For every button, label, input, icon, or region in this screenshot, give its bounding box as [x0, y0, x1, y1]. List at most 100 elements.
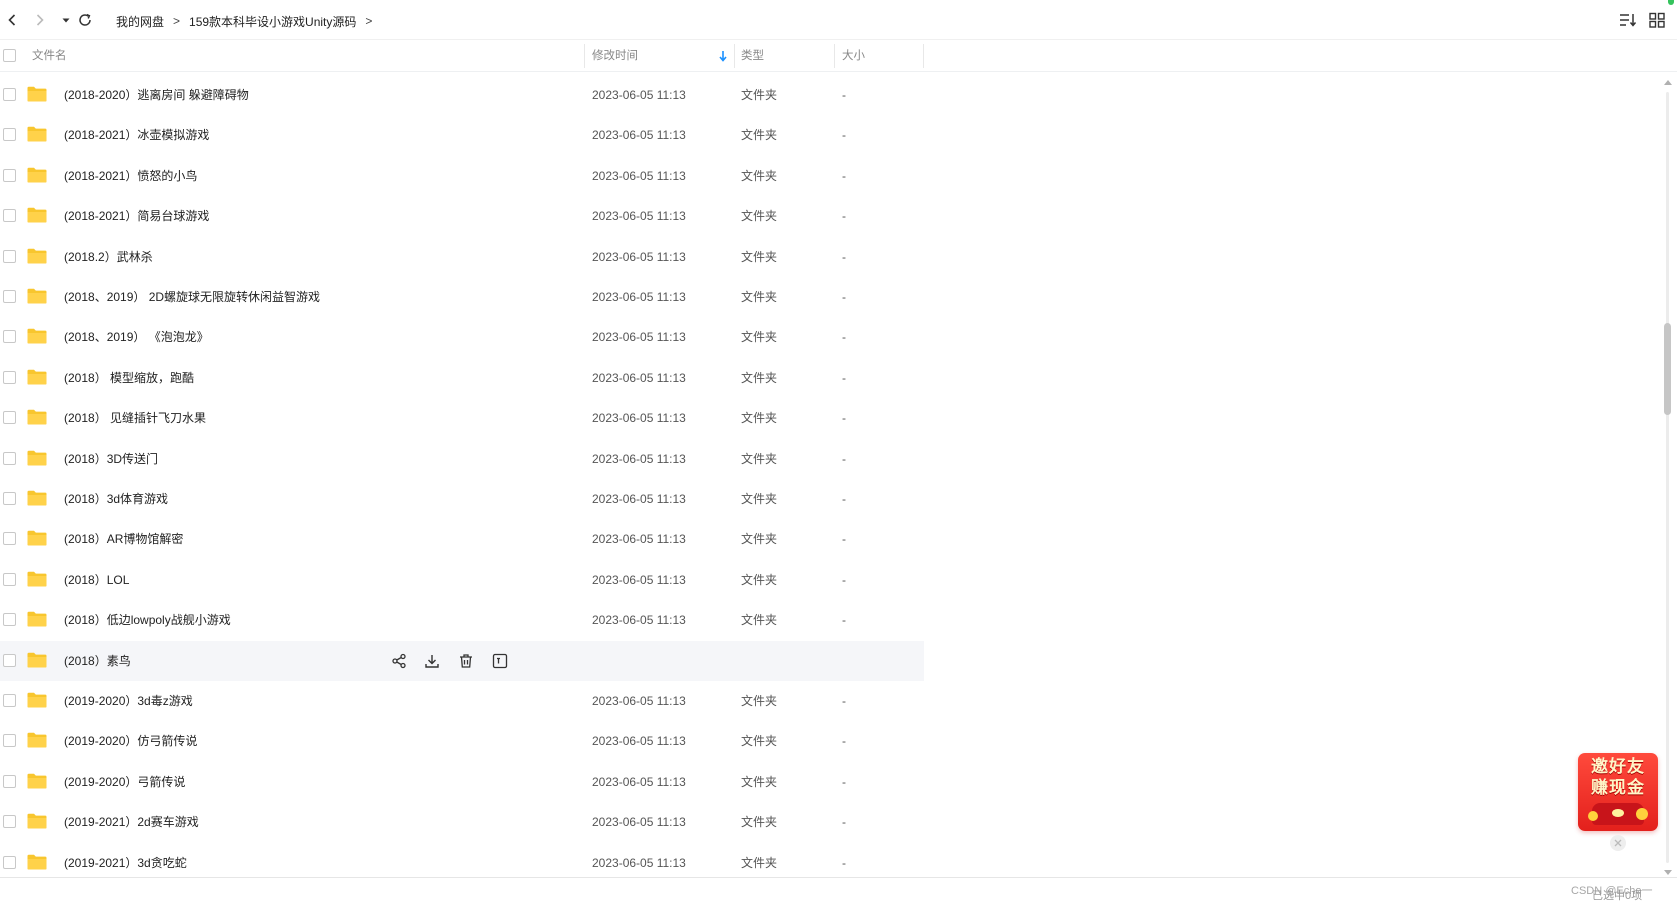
- row-checkbox[interactable]: [3, 209, 16, 223]
- row-checkbox[interactable]: [3, 613, 16, 627]
- file-row[interactable]: (2019-2020）仿弓箭传说 2023-06-05 11:13 文件夹 -: [0, 721, 924, 761]
- file-row[interactable]: (2019-2020）3d毒z游戏 2023-06-05 11:13 文件夹 -: [0, 681, 924, 721]
- file-name[interactable]: (2019-2020）3d毒z游戏: [64, 681, 193, 721]
- breadcrumb-item-current-folder[interactable]: 159款本科毕设小游戏Unity源码: [189, 13, 356, 30]
- file-name[interactable]: (2018-2021）愤怒的小鸟: [64, 156, 197, 196]
- promo-close-button[interactable]: [1610, 835, 1626, 851]
- file-name[interactable]: (2018-2021）简易台球游戏: [64, 196, 209, 236]
- file-row[interactable]: (2018-2020）逃离房间 躲避障碍物 2023-06-05 11:13 文件夹…: [0, 75, 924, 115]
- file-name[interactable]: (2019-2020）仿弓箭传说: [64, 721, 197, 761]
- folder-icon: [27, 409, 47, 425]
- row-checkbox[interactable]: [3, 249, 16, 263]
- file-type: 文件夹: [741, 370, 778, 385]
- file-name[interactable]: (2018-2020）逃离房间 躲避障碍物: [64, 75, 249, 115]
- row-checkbox[interactable]: [3, 815, 16, 829]
- file-name[interactable]: (2018）3d体育游戏: [64, 479, 168, 519]
- scroll-up-arrow-icon[interactable]: [1664, 80, 1672, 85]
- row-checkbox[interactable]: [3, 572, 16, 586]
- file-name[interactable]: (2018）素鸟: [64, 641, 131, 681]
- select-all-checkbox[interactable]: [3, 49, 16, 62]
- file-size: -: [842, 572, 846, 587]
- forward-button[interactable]: [32, 12, 48, 28]
- file-name[interactable]: (2018） 见缝插针飞刀水果: [64, 398, 206, 438]
- row-checkbox[interactable]: [3, 370, 16, 384]
- file-size: -: [842, 249, 846, 264]
- file-row[interactable]: (2018、2019） 2D螺旋球无限旋转休闲益智游戏 2023-06-05 11…: [0, 277, 924, 317]
- column-header-name[interactable]: 文件名: [32, 40, 67, 72]
- sort-button[interactable]: [1619, 12, 1637, 28]
- file-row[interactable]: (2018）3d体育游戏 2023-06-05 11:13 文件夹 -: [0, 479, 924, 519]
- file-name[interactable]: (2018）AR博物馆解密: [64, 519, 183, 559]
- delete-button[interactable]: [458, 653, 474, 669]
- row-checkbox[interactable]: [3, 492, 16, 505]
- scroll-thumb[interactable]: [1664, 322, 1671, 416]
- file-row[interactable]: (2018）LOL 2023-06-05 11:13 文件夹 -: [0, 560, 924, 600]
- breadcrumb-item-my-drive[interactable]: 我的网盘: [116, 13, 164, 30]
- row-checkbox[interactable]: [3, 532, 16, 546]
- file-name[interactable]: (2019-2021）3d贪吃蛇: [64, 843, 187, 880]
- row-checkbox[interactable]: [3, 128, 16, 142]
- file-row[interactable]: (2018） 模型缩放，跑酷 2023-06-05 11:13 文件夹 -: [0, 358, 924, 398]
- row-checkbox[interactable]: [3, 290, 16, 303]
- row-checkbox[interactable]: [3, 88, 16, 101]
- view-toggle-button[interactable]: [1648, 12, 1666, 28]
- column-header-size[interactable]: 大小: [842, 40, 865, 72]
- file-name[interactable]: (2018、2019） 2D螺旋球无限旋转休闲益智游戏: [64, 277, 320, 317]
- row-checkbox[interactable]: [3, 411, 16, 425]
- row-checkbox[interactable]: [3, 451, 16, 465]
- sort-descending-icon[interactable]: [718, 50, 728, 62]
- file-name[interactable]: (2018）LOL: [64, 560, 129, 600]
- file-name[interactable]: (2018）3D传送门: [64, 439, 158, 479]
- file-name[interactable]: (2018、2019） 《泡泡龙》: [64, 317, 209, 357]
- row-checkbox[interactable]: [3, 694, 16, 707]
- file-name[interactable]: (2019-2020）弓箭传说: [64, 762, 185, 802]
- vertical-scrollbar[interactable]: [1662, 80, 1674, 875]
- history-dropdown-button[interactable]: [58, 12, 70, 28]
- sort-list-icon: [1620, 14, 1637, 27]
- back-button[interactable]: [4, 12, 20, 28]
- row-checkbox[interactable]: [3, 653, 16, 667]
- column-header-type[interactable]: 类型: [741, 40, 764, 72]
- file-type: 文件夹: [741, 815, 778, 830]
- file-size: -: [842, 774, 846, 789]
- folder-icon: [27, 490, 47, 506]
- file-name[interactable]: (2018） 模型缩放，跑酷: [64, 358, 194, 398]
- column-divider[interactable]: [584, 44, 585, 68]
- promo-text: 邀好友 赚现金: [1584, 757, 1652, 799]
- file-name[interactable]: (2018）低边lowpoly战舰小游戏: [64, 600, 231, 640]
- file-row[interactable]: (2018.2）武林杀 2023-06-05 11:13 文件夹 -: [0, 237, 924, 277]
- file-modified-date: 2023-06-05 11:13: [592, 613, 686, 628]
- file-row[interactable]: (2019-2020）弓箭传说 2023-06-05 11:13 文件夹 -: [0, 762, 924, 802]
- file-row[interactable]: (2018-2021）简易台球游戏 2023-06-05 11:13 文件夹 -: [0, 196, 924, 236]
- row-checkbox[interactable]: [3, 855, 16, 869]
- row-checkbox[interactable]: [3, 734, 16, 748]
- more-button[interactable]: [492, 653, 508, 669]
- file-row[interactable]: (2018）低边lowpoly战舰小游戏 2023-06-05 11:13 文件夹 -: [0, 600, 924, 640]
- file-row[interactable]: (2018）素鸟: [0, 640, 924, 681]
- file-type: 文件夹: [741, 88, 778, 102]
- column-divider[interactable]: [734, 44, 735, 68]
- file-row[interactable]: (2018、2019） 《泡泡龙》 2023-06-05 11:13 文件夹 -: [0, 317, 924, 357]
- file-row[interactable]: (2018）3D传送门 2023-06-05 11:13 文件夹 -: [0, 439, 924, 479]
- file-row[interactable]: (2019-2021）3d贪吃蛇 2023-06-05 11:13 文件夹 -: [0, 843, 924, 880]
- share-button[interactable]: [391, 653, 407, 669]
- file-row[interactable]: (2018） 见缝插针飞刀水果 2023-06-05 11:13 文件夹 -: [0, 398, 924, 438]
- folder-icon: [27, 369, 47, 385]
- file-name[interactable]: (2018.2）武林杀: [64, 237, 153, 277]
- column-divider[interactable]: [923, 44, 924, 68]
- scroll-down-arrow-icon[interactable]: [1664, 870, 1672, 875]
- row-checkbox[interactable]: [3, 774, 16, 788]
- download-button[interactable]: [424, 653, 440, 669]
- row-checkbox[interactable]: [3, 168, 16, 182]
- file-name[interactable]: (2018-2021）冰壶模拟游戏: [64, 115, 209, 155]
- file-row[interactable]: (2018-2021）愤怒的小鸟 2023-06-05 11:13 文件夹 -: [0, 156, 924, 196]
- file-row[interactable]: (2019-2021）2d赛车游戏 2023-06-05 11:13 文件夹 -: [0, 802, 924, 842]
- column-divider[interactable]: [834, 44, 835, 68]
- row-checkbox[interactable]: [3, 330, 16, 344]
- invite-friends-promo[interactable]: 邀好友 赚现金: [1578, 753, 1658, 831]
- column-header-modified[interactable]: 修改时间: [592, 40, 638, 72]
- file-row[interactable]: (2018）AR博物馆解密 2023-06-05 11:13 文件夹 -: [0, 519, 924, 559]
- refresh-button[interactable]: [77, 12, 93, 28]
- file-row[interactable]: (2018-2021）冰壶模拟游戏 2023-06-05 11:13 文件夹 -: [0, 115, 924, 155]
- file-name[interactable]: (2019-2021）2d赛车游戏: [64, 802, 199, 842]
